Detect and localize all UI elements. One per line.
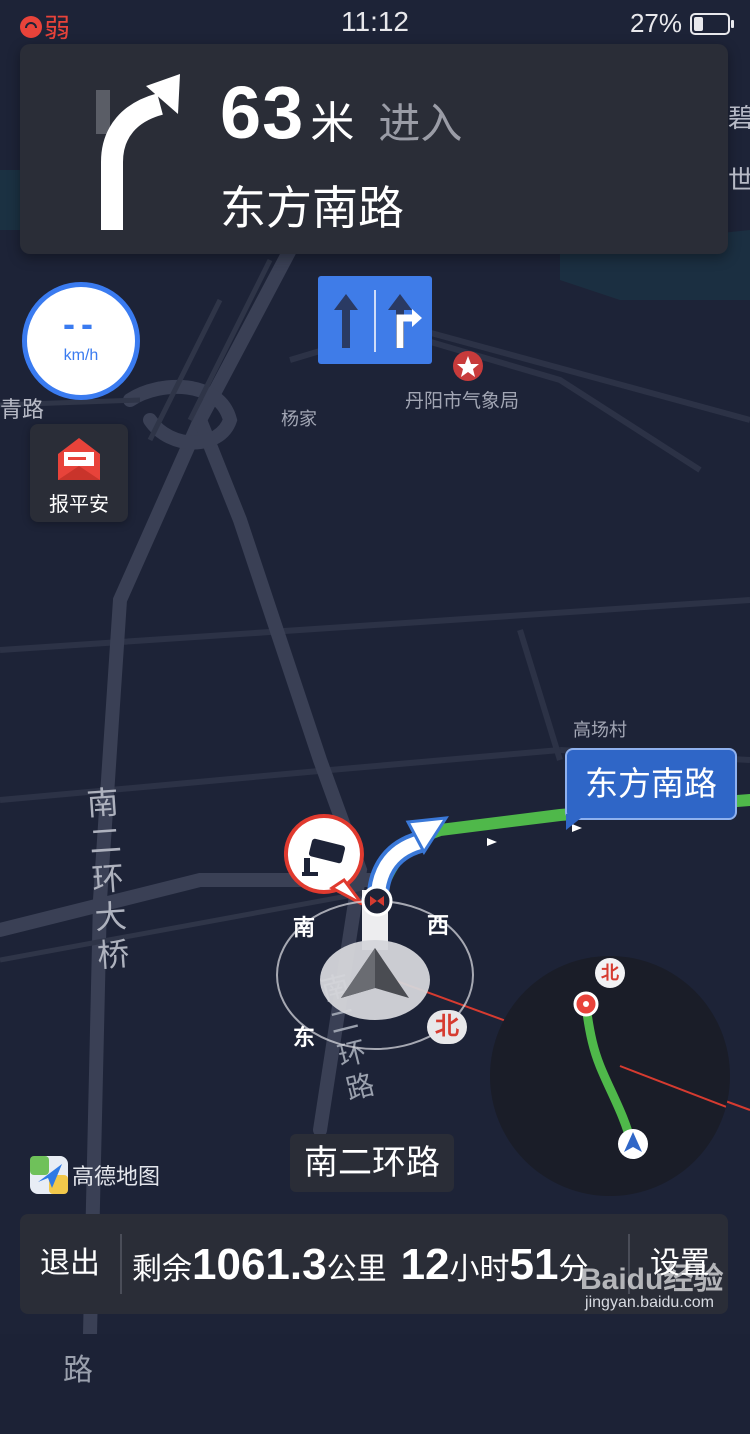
exit-navigation-button[interactable]: 退出: [20, 1214, 120, 1314]
speedometer: -- km/h: [22, 282, 140, 400]
compass-west: 西: [427, 913, 450, 938]
remaining-distance: 1061.3: [192, 1240, 327, 1289]
vehicle-position-icon: [320, 940, 430, 1020]
map-label-yangjia: 杨家: [281, 409, 317, 429]
map-label-village: 高场村: [573, 720, 627, 740]
report-safe-label: 报平安: [49, 494, 109, 516]
road-name-callout: 东方南路: [565, 748, 737, 820]
remaining-minutes: 51: [509, 1240, 559, 1289]
remaining-hours-unit: 小时: [449, 1253, 510, 1286]
overview-route: [573, 991, 730, 1159]
compass-east: 东: [293, 1025, 316, 1050]
status-bar: 弱 11:12 27%: [0, 0, 750, 44]
amap-logo-icon: [30, 1156, 68, 1194]
speed-unit: km/h: [63, 347, 99, 364]
overview-north: 北: [595, 958, 625, 988]
distance-unit: 米: [310, 99, 355, 148]
divider-left: [120, 1234, 122, 1294]
remaining-label: 剩余: [132, 1253, 192, 1286]
battery-icon: [690, 12, 734, 35]
battery-indicator: 27%: [629, 8, 734, 39]
map-label-weather-bureau[interactable]: 丹阳市气象局: [405, 386, 519, 413]
envelope-icon: [58, 438, 100, 480]
compass-north[interactable]: 北: [427, 1010, 467, 1044]
callout-pointer: [566, 814, 586, 830]
route-overview-map[interactable]: [490, 956, 730, 1196]
battery-percent: 27%: [629, 8, 682, 38]
watermark-brand: Baidu经验: [580, 1263, 724, 1296]
camera-small-icon: [361, 885, 393, 917]
lane-guidance: [318, 276, 432, 364]
next-road-name: 东方南路: [220, 182, 404, 234]
map-label-edge-2: 世: [728, 165, 750, 195]
watermark-url: jingyan.baidu.com: [585, 1294, 714, 1311]
turn-right-arrow-icon: [96, 74, 180, 230]
compass-south: 南: [293, 915, 316, 940]
remaining-distance-unit: 公里: [326, 1253, 387, 1286]
distance-row: 63 米 进入: [220, 70, 462, 155]
maneuver-action: 进入: [378, 100, 463, 147]
amap-logo: 高德地图: [30, 1156, 160, 1194]
distance-value: 63: [220, 71, 305, 154]
lane-arrows-icon: [334, 290, 422, 352]
remaining-trip-info: 剩余 1061.3 公里 12 小时 51 分: [132, 1214, 588, 1314]
report-safe-button[interactable]: 报平安: [30, 424, 128, 522]
map-label-road-left: 青路: [0, 397, 45, 422]
turn-guidance-card[interactable]: 63 米 进入 东方南路: [20, 44, 728, 254]
map-label-edge-1: 碧: [728, 103, 750, 133]
current-road-name: 南二环路: [290, 1134, 454, 1192]
amap-logo-text: 高德地图: [72, 1164, 161, 1189]
speed-value: --: [63, 303, 99, 344]
remaining-hours: 12: [400, 1240, 450, 1289]
